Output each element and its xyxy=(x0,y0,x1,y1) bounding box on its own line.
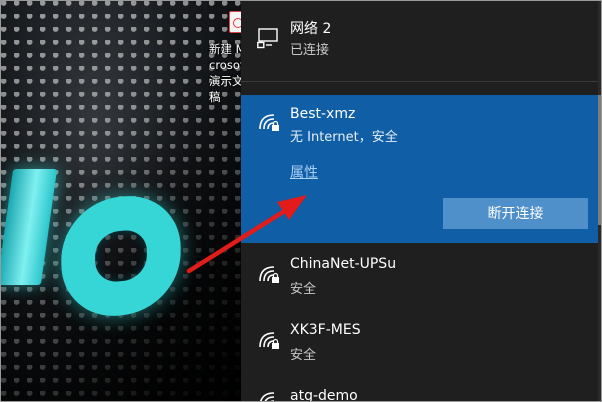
wifi-secure-icon xyxy=(259,114,279,131)
ethernet-icon xyxy=(257,28,278,49)
network-item[interactable]: XK3F-MES 安全 xyxy=(241,309,598,373)
scrollbar-thumb[interactable] xyxy=(598,95,601,225)
network-item[interactable]: atg-demo xyxy=(241,375,598,402)
network-item-selected[interactable]: Best-xmz 无 Internet，安全 属性 断开连接 xyxy=(241,95,598,243)
screenshot-frame: 新建 Microsoft 演示文稿 网络 2 已连接 Best-xmz 无 In… xyxy=(0,0,602,402)
disconnect-button[interactable]: 断开连接 xyxy=(443,198,588,229)
network-name: Best-xmz xyxy=(290,106,356,122)
wifi-secure-icon xyxy=(260,392,275,401)
wifi-secure-icon xyxy=(259,266,279,283)
network-flyout: 网络 2 已连接 Best-xmz 无 Internet，安全 属性 断开连接 xyxy=(241,1,601,402)
network-name: atg-demo xyxy=(290,388,358,402)
wifi-secure-icon xyxy=(259,332,279,349)
network-name: XK3F-MES xyxy=(290,322,361,338)
flyout-scrollbar[interactable] xyxy=(598,1,601,401)
network-status: 已连接 xyxy=(290,43,330,58)
network-name: ChinaNet-UPSu xyxy=(290,256,397,272)
properties-link[interactable]: 属性 xyxy=(290,162,318,182)
network-item[interactable]: ChinaNet-UPSu 安全 xyxy=(241,243,598,307)
desktop-file-icon[interactable]: 新建 Microsoft 演示文稿 xyxy=(205,5,249,104)
network-status: 无 Internet，安全 xyxy=(290,130,398,145)
network-item-ethernet[interactable]: 网络 2 已连接 xyxy=(241,1,598,82)
network-name: 网络 2 xyxy=(290,21,332,37)
network-status: 安全 xyxy=(290,348,317,363)
network-status: 安全 xyxy=(290,282,317,297)
